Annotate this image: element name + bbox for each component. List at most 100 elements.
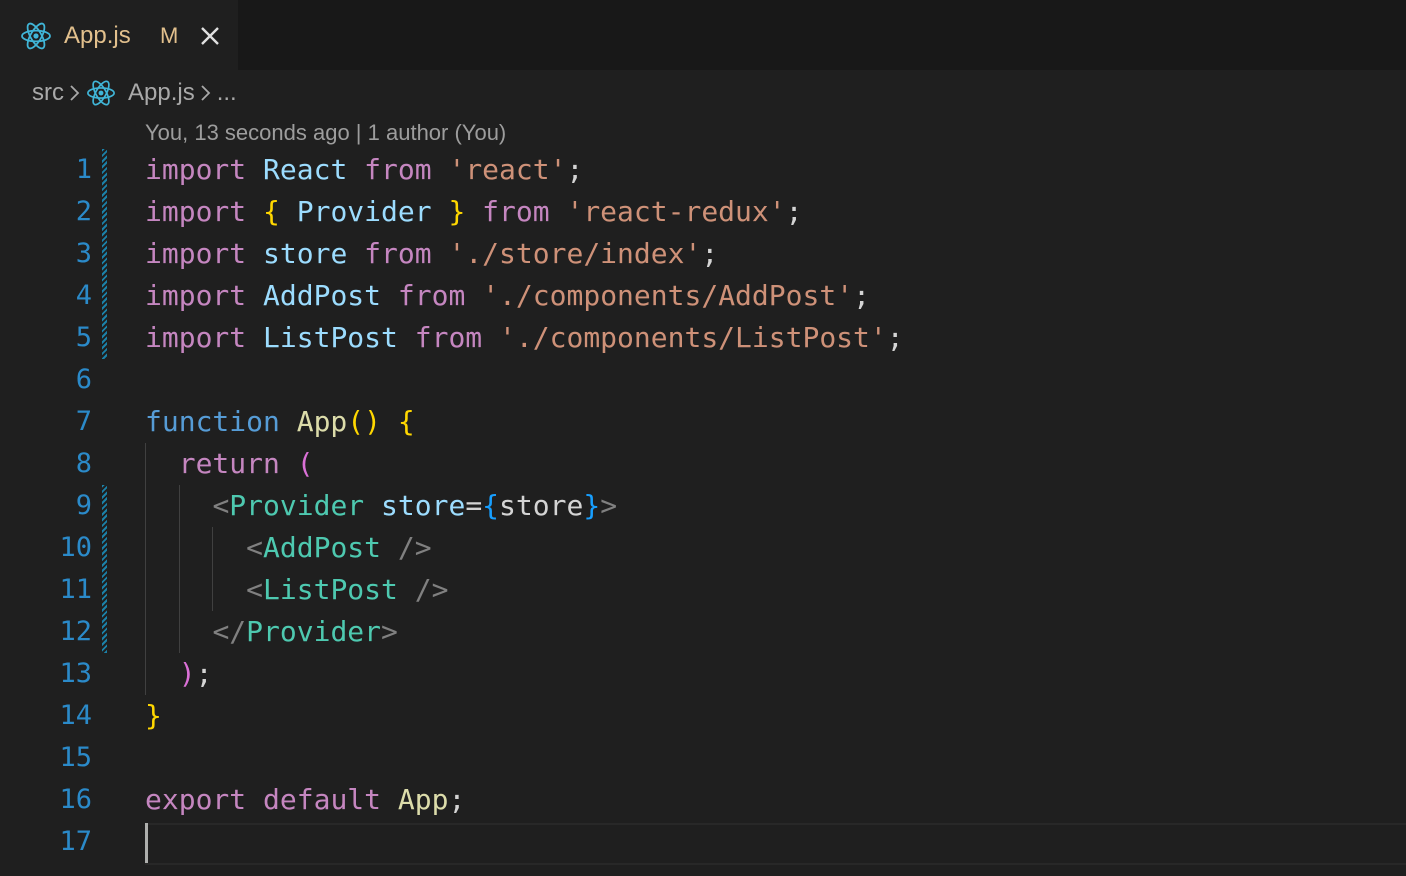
code-line[interactable]: 14}: [0, 695, 1406, 737]
git-blame-codelens[interactable]: You, 13 seconds ago | 1 author (You): [145, 117, 506, 149]
code-token: import: [145, 279, 247, 312]
code-token: './store/index': [448, 237, 702, 270]
code-editor[interactable]: 1 import React from 'react'; 2 import { Pro…: [0, 149, 1406, 863]
code-text: function App() {: [145, 401, 415, 443]
code-line[interactable]: 4 import AddPost from './components/AddPo…: [0, 275, 1406, 317]
breadcrumb-file[interactable]: App.js: [128, 79, 195, 107]
code-line[interactable]: 1 import React from 'react';: [0, 149, 1406, 191]
code-token: default: [263, 783, 382, 816]
chevron-right-icon: [201, 85, 210, 101]
code-token: {: [263, 195, 280, 228]
code-token: 'react': [448, 153, 567, 186]
code-token: store: [381, 489, 466, 522]
code-token: ;: [886, 321, 904, 354]
code-line[interactable]: 3 import store from './store/index';: [0, 233, 1406, 275]
code-token: ;: [566, 153, 584, 186]
code-line[interactable]: 15: [0, 737, 1406, 779]
code-token: store: [499, 489, 584, 522]
line-number: 11: [59, 574, 92, 605]
code-text: import { Provider } from 'react-redux';: [145, 191, 802, 233]
code-token: function: [145, 405, 280, 438]
line-number: 15: [59, 742, 92, 773]
code-token: Provider: [229, 489, 365, 522]
code-line[interactable]: 2 import { Provider } from 'react-redux';: [0, 191, 1406, 233]
code-token: './components/ListPost': [499, 321, 887, 354]
react-icon: [87, 80, 115, 106]
close-icon[interactable]: [198, 22, 222, 50]
react-icon: [21, 22, 51, 50]
line-number: 12: [59, 616, 92, 647]
tab-app-js[interactable]: App.js M: [0, 0, 238, 70]
code-text: import AddPost from './components/AddPos…: [145, 275, 870, 317]
code-token: from: [397, 279, 466, 312]
line-number: 10: [59, 532, 92, 563]
breadcrumb-more[interactable]: ...: [217, 79, 237, 107]
chevron-right-icon: [70, 85, 80, 101]
code-text: import React from 'react';: [145, 149, 583, 191]
code-token: 'react-redux': [566, 195, 786, 228]
code-token: {: [482, 489, 500, 522]
code-line[interactable]: 10 <AddPost />: [0, 527, 1406, 569]
code-token: import: [145, 321, 247, 354]
code-text: <ListPost />: [145, 569, 448, 611]
code-line[interactable]: 6: [0, 359, 1406, 401]
code-token: <: [212, 489, 230, 522]
code-token: ;: [701, 237, 719, 270]
tab-label: App.js: [64, 22, 131, 49]
code-line[interactable]: 9 <Provider store={store}>: [0, 485, 1406, 527]
code-token: (: [296, 447, 314, 480]
code-line[interactable]: 7 function App() {: [0, 401, 1406, 443]
code-token: import: [145, 153, 247, 186]
code-line[interactable]: 8 return (: [0, 443, 1406, 485]
code-token: from: [414, 321, 483, 354]
current-line-highlight: [145, 823, 1406, 865]
line-number: 7: [75, 406, 92, 437]
code-token: Provider: [246, 615, 382, 648]
code-token: }: [583, 489, 601, 522]
code-token: from: [482, 195, 550, 228]
code-token: './components/AddPost': [482, 279, 854, 312]
code-line[interactable]: 5 import ListPost from './components/List…: [0, 317, 1406, 359]
text-cursor: [145, 823, 148, 863]
modified-status-badge: M: [160, 23, 179, 48]
breadcrumb-folder[interactable]: src: [32, 79, 64, 107]
code-line[interactable]: 13 );: [0, 653, 1406, 695]
code-token: />: [414, 573, 449, 606]
code-line[interactable]: 16 export default App;: [0, 779, 1406, 821]
code-token: AddPost: [263, 279, 382, 312]
code-text: import ListPost from './components/ListP…: [145, 317, 904, 359]
line-number: 16: [59, 784, 92, 815]
line-number: 5: [75, 322, 92, 353]
code-line[interactable]: 11 <ListPost />: [0, 569, 1406, 611]
code-text: }: [145, 695, 162, 737]
code-text: <AddPost />: [145, 527, 431, 569]
code-line[interactable]: 12 </Provider>: [0, 611, 1406, 653]
line-number: 8: [75, 448, 92, 479]
line-number: 6: [75, 364, 92, 395]
line-number: 1: [75, 154, 92, 185]
code-token: ;: [785, 195, 803, 228]
code-token: AddPost: [263, 531, 382, 564]
code-text: );: [145, 653, 213, 695]
code-token: from: [364, 237, 432, 270]
code-token: </: [212, 615, 247, 648]
